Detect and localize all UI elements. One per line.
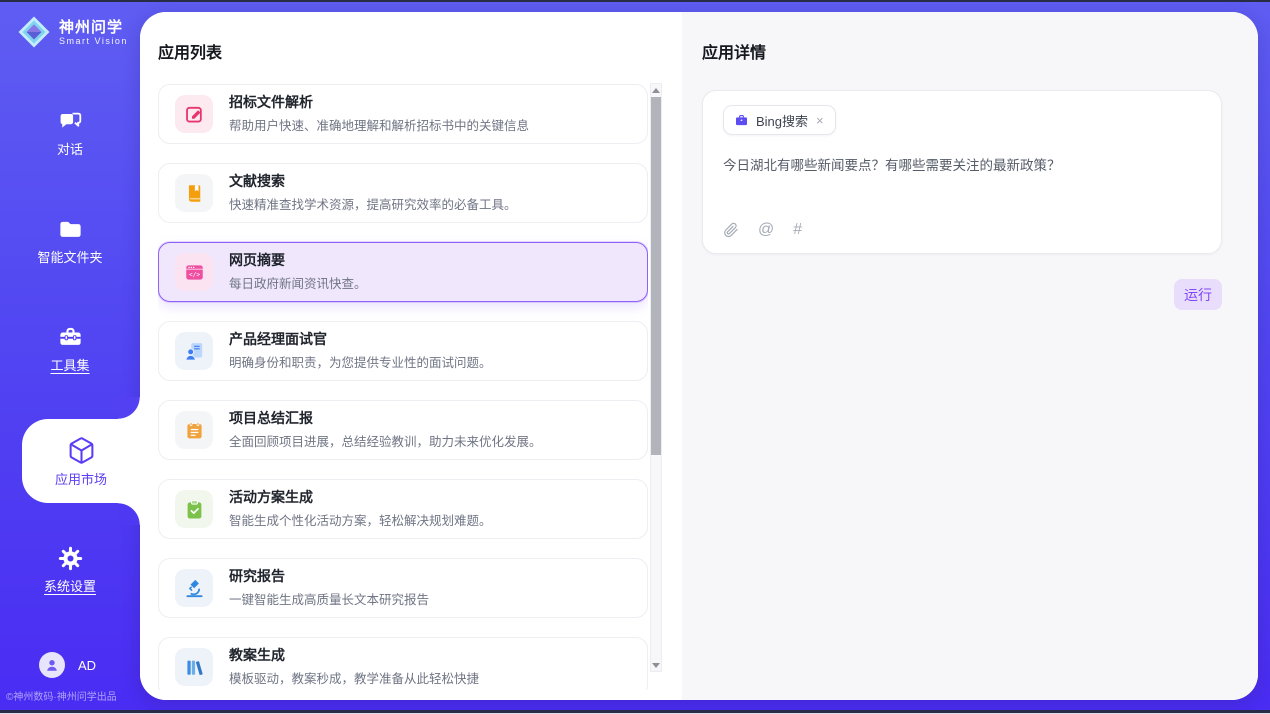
folder-icon xyxy=(57,216,84,243)
app-card-literature-search[interactable]: 文献搜索 快速精准查找学术资源，提高研究效率的必备工具。 xyxy=(158,163,648,223)
app-card-text: 项目总结汇报 全面回顾项目进展，总结经验教训，助力未来优化发展。 xyxy=(229,410,542,450)
user-profile[interactable]: AD xyxy=(39,652,96,678)
prompt-text[interactable]: 今日湖北有哪些新闻要点？有哪些需要关注的最新政策？ xyxy=(723,156,1201,222)
app-title: 研究报告 xyxy=(229,568,429,584)
cube-icon xyxy=(67,436,96,465)
app-desc: 每日政府新闻资讯快查。 xyxy=(229,273,367,292)
sidebar-item-toolset[interactable]: 工具集 xyxy=(0,311,140,385)
app-list-panel: 应用列表 招标文件解析 帮助用户快速、准确地理解和解析招标书中的关键信息 xyxy=(140,12,682,700)
app-desc: 帮助用户快速、准确地理解和解析招标书中的关键信息 xyxy=(229,115,529,134)
scrollbar-thumb[interactable] xyxy=(651,97,661,455)
main-content: 应用列表 招标文件解析 帮助用户快速、准确地理解和解析招标书中的关键信息 xyxy=(140,12,1258,700)
close-icon[interactable]: × xyxy=(815,114,825,127)
brand-logo: 神州问学 Smart Vision xyxy=(0,0,140,49)
app-card-event-plan[interactable]: 活动方案生成 智能生成个性化活动方案，轻松解决规划难题。 xyxy=(158,479,648,539)
brand-name: 神州问学 xyxy=(59,19,128,36)
briefcase-icon xyxy=(734,113,749,128)
tool-tag-label: Bing搜索 xyxy=(756,111,808,130)
run-button[interactable]: 运行 xyxy=(1174,279,1222,310)
user-initials: AD xyxy=(78,658,96,673)
app-card-research-report[interactable]: 研究报告 一键智能生成高质量长文本研究报告 xyxy=(158,558,648,618)
app-card-lesson-plan[interactable]: 教案生成 模板驱动，教案秒成，教学准备从此轻松快捷 xyxy=(158,637,648,690)
app-card-pm-interviewer[interactable]: 产品经理面试官 明确身份和职责，为您提供专业性的面试问题。 xyxy=(158,321,648,381)
app-title: 活动方案生成 xyxy=(229,489,492,505)
app-list: 招标文件解析 帮助用户快速、准确地理解和解析招标书中的关键信息 文献搜索 xyxy=(158,84,648,690)
brand-subtitle: Smart Vision xyxy=(59,36,128,46)
sidebar-item-label: 对话 xyxy=(57,143,83,157)
app-card-text: 网页摘要 每日政府新闻资讯快查。 xyxy=(229,252,367,292)
sidebar-item-label: 应用市场 xyxy=(55,473,107,487)
app-desc: 智能生成个性化活动方案，轻松解决规划难题。 xyxy=(229,510,492,529)
app-desc: 一键智能生成高质量长文本研究报告 xyxy=(229,589,429,608)
app-title: 教案生成 xyxy=(229,647,479,663)
book-icon xyxy=(175,174,213,212)
memo-icon xyxy=(175,411,213,449)
scroll-down-arrow[interactable] xyxy=(651,659,661,671)
app-window: 神州问学 Smart Vision 对话 智能文件夹 xyxy=(0,0,1270,714)
app-card-bid-doc-analysis[interactable]: 招标文件解析 帮助用户快速、准确地理解和解析招标书中的关键信息 xyxy=(158,84,648,144)
app-detail-panel: 应用详情 Bing搜索 × 今日湖北有哪些新闻要点？有哪些需要关注的最新政策？ xyxy=(682,12,1258,700)
app-desc: 全面回顾项目进展，总结经验教训，助力未来优化发展。 xyxy=(229,431,542,450)
pen-square-icon xyxy=(175,95,213,133)
toolbox-icon xyxy=(57,324,84,351)
svg-text:</>: </> xyxy=(188,271,199,278)
brand-text: 神州问学 Smart Vision xyxy=(59,19,128,46)
app-card-text: 研究报告 一键智能生成高质量长文本研究报告 xyxy=(229,568,429,608)
composer-toolbar: @ # xyxy=(723,222,1201,241)
app-title: 招标文件解析 xyxy=(229,94,529,110)
app-title: 网页摘要 xyxy=(229,252,367,268)
hashtag-icon[interactable]: # xyxy=(793,222,802,238)
window-top-edge xyxy=(0,0,1270,2)
app-card-project-summary[interactable]: 项目总结汇报 全面回顾项目进展，总结经验教训，助力未来优化发展。 xyxy=(158,400,648,460)
interviewer-icon xyxy=(175,332,213,370)
person-icon xyxy=(43,656,61,674)
app-card-text: 教案生成 模板驱动，教案秒成，教学准备从此轻松快捷 xyxy=(229,647,479,687)
sidebar-item-chat[interactable]: 对话 xyxy=(0,95,140,169)
attachment-icon[interactable] xyxy=(723,222,739,238)
app-list-title: 应用列表 xyxy=(158,39,222,63)
microscope-icon xyxy=(175,569,213,607)
app-title: 项目总结汇报 xyxy=(229,410,542,426)
app-detail-title: 应用详情 xyxy=(702,39,1222,63)
app-desc: 模板驱动，教案秒成，教学准备从此轻松快捷 xyxy=(229,668,479,687)
app-card-text: 活动方案生成 智能生成个性化活动方案，轻松解决规划难题。 xyxy=(229,489,492,529)
sidebar-item-label: 工具集 xyxy=(50,359,89,373)
app-title: 产品经理面试官 xyxy=(229,331,492,347)
sidebar-item-label: 系统设置 xyxy=(44,580,96,594)
brand-diamond-icon xyxy=(17,15,51,49)
app-title: 文献搜索 xyxy=(229,173,517,189)
mention-icon[interactable]: @ xyxy=(758,222,774,238)
avatar xyxy=(39,652,65,678)
sidebar-item-settings[interactable]: 系统设置 xyxy=(0,532,140,606)
app-desc: 快速精准查找学术资源，提高研究效率的必备工具。 xyxy=(229,194,517,213)
browser-code-icon: </> xyxy=(175,253,213,291)
app-card-text: 文献搜索 快速精准查找学术资源，提高研究效率的必备工具。 xyxy=(229,173,517,213)
sidebar-nav: 对话 智能文件夹 工具集 xyxy=(0,95,140,606)
scroll-up-arrow[interactable] xyxy=(651,84,661,96)
chat-icon xyxy=(57,108,84,135)
run-row: 运行 xyxy=(702,279,1222,310)
gear-icon xyxy=(57,545,84,572)
sidebar-item-label: 智能文件夹 xyxy=(37,251,102,265)
sidebar-item-app-market[interactable]: 应用市场 xyxy=(22,419,140,503)
list-scrollbar[interactable] xyxy=(650,83,662,672)
app-card-text: 产品经理面试官 明确身份和职责，为您提供专业性的面试问题。 xyxy=(229,331,492,371)
app-card-web-summary[interactable]: </> 网页摘要 每日政府新闻资讯快查。 xyxy=(158,242,648,302)
app-desc: 明确身份和职责，为您提供专业性的面试问题。 xyxy=(229,352,492,371)
sidebar-item-smart-folder[interactable]: 智能文件夹 xyxy=(0,203,140,277)
prompt-card: Bing搜索 × 今日湖北有哪些新闻要点？有哪些需要关注的最新政策？ @ # xyxy=(702,90,1222,254)
tool-tag-bing-search[interactable]: Bing搜索 × xyxy=(723,105,836,135)
books-icon xyxy=(175,648,213,686)
app-card-text: 招标文件解析 帮助用户快速、准确地理解和解析招标书中的关键信息 xyxy=(229,94,529,134)
sidebar: 神州问学 Smart Vision 对话 智能文件夹 xyxy=(0,0,140,714)
copyright-text: ©神州数码·神州问学出品 xyxy=(6,688,117,703)
clipboard-check-icon xyxy=(175,490,213,528)
